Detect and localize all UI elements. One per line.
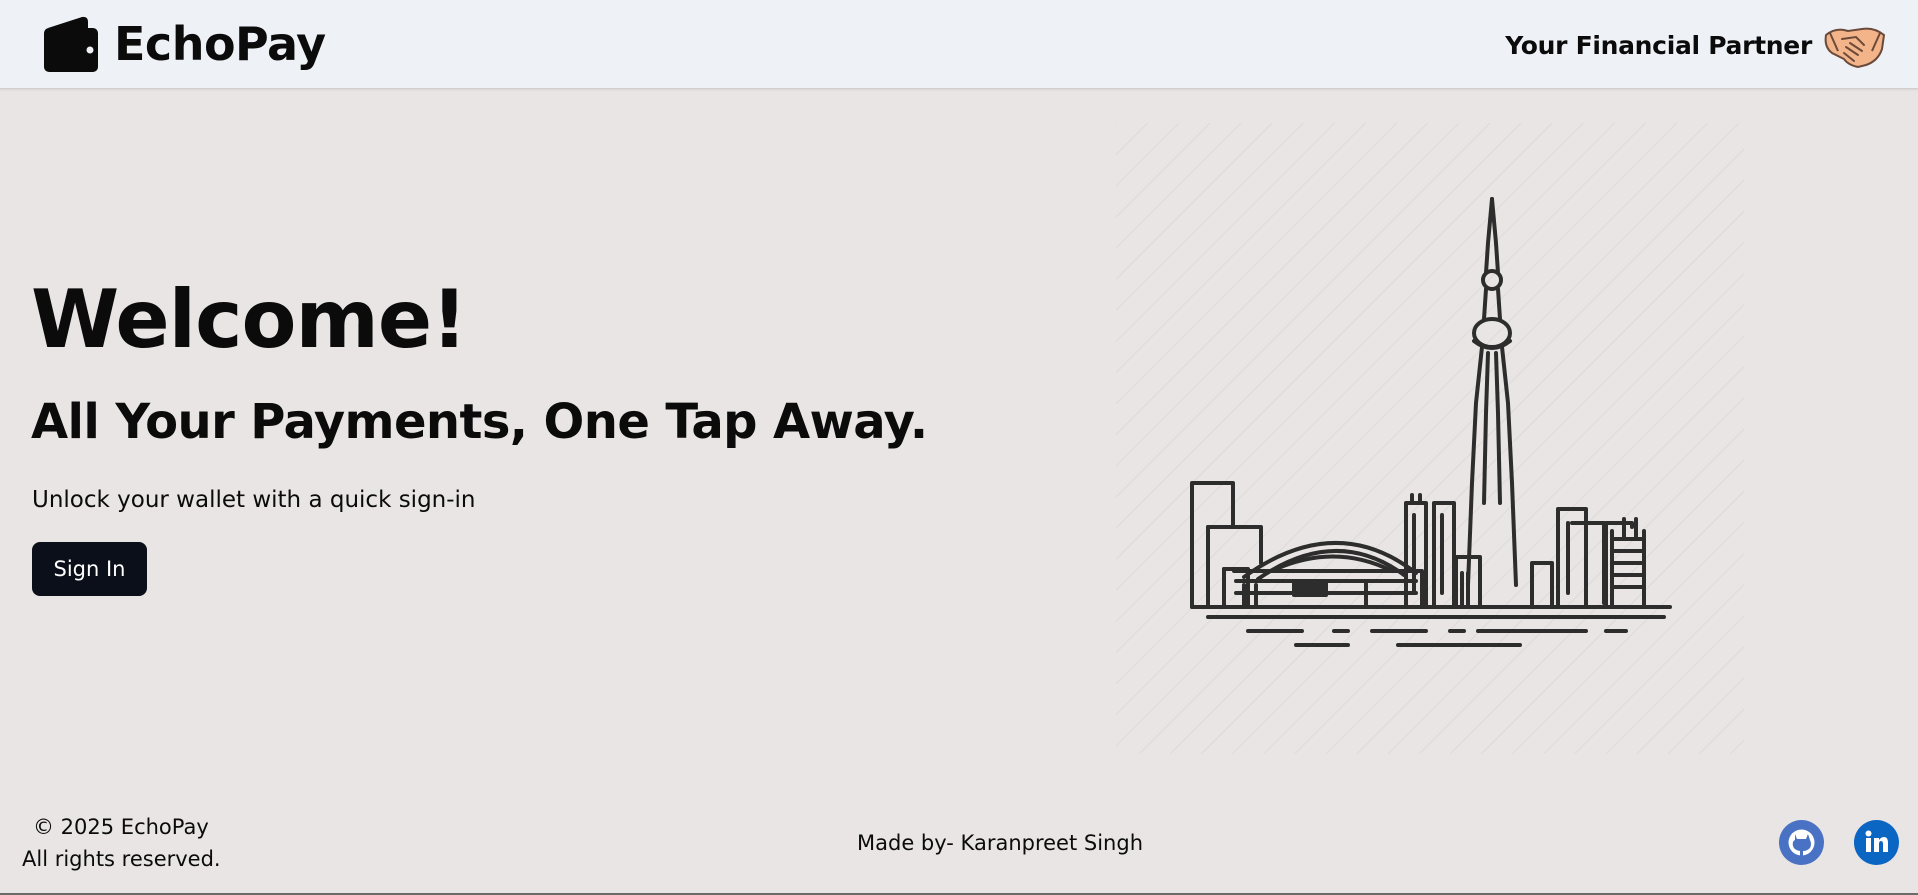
github-icon: [1779, 820, 1824, 865]
hero-subtitle: All Your Payments, One Tap Away.: [31, 394, 928, 450]
brand-logo-link[interactable]: EchoPay: [42, 13, 326, 75]
hero-description: Unlock your wallet with a quick sign-in: [32, 487, 476, 513]
wallet-icon: [44, 16, 98, 72]
top-navbar: EchoPay Your Financial Partner: [0, 0, 1918, 89]
copyright-text: © 2025 EchoPay: [33, 815, 209, 839]
tagline: Your Financial Partner: [1505, 30, 1812, 60]
handshake-icon: [1824, 27, 1886, 69]
brand-name: EchoPay: [114, 17, 326, 71]
made-by-text: Made by- Karanpreet Singh: [857, 831, 1144, 855]
rights-text: All rights reserved.: [22, 847, 221, 871]
welcome-heading: Welcome!: [31, 273, 468, 366]
linkedin-link[interactable]: [1854, 820, 1899, 865]
sign-in-button[interactable]: Sign In: [32, 542, 147, 596]
tagline-group: Your Financial Partner: [1505, 20, 1888, 70]
toronto-skyline-illustration: [1116, 123, 1744, 754]
linkedin-icon: [1854, 820, 1899, 865]
github-link[interactable]: [1779, 820, 1824, 865]
